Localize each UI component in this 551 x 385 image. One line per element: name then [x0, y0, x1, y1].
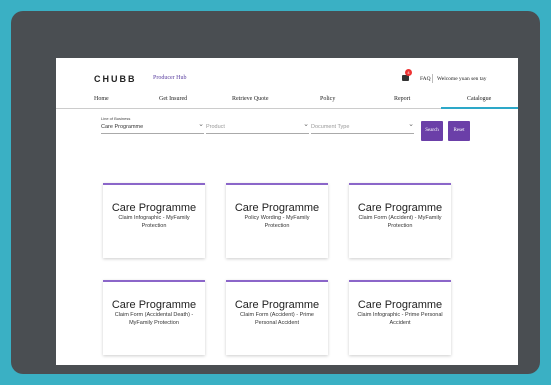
card-subtitle: Claim Form (Accident) - MyFamily Protect…	[358, 215, 442, 229]
card-title: Care Programme	[234, 202, 320, 214]
portal-name: Producer Hub	[153, 75, 187, 81]
header: CHUBB Producer Hub 4 FAQ Welcome yuan se…	[56, 58, 518, 92]
nav-catalogue[interactable]: Catalogue	[467, 96, 491, 102]
line-of-business-value: Care Programme	[101, 124, 144, 130]
catalogue-card[interactable]: Care Programme Claim Form (Accident) - M…	[349, 183, 451, 258]
card-subtitle: Claim Infographic - MyFamily Protection	[118, 215, 190, 229]
card-title: Care Programme	[234, 299, 320, 311]
catalogue-card[interactable]: Care Programme Policy Wording - MyFamily…	[226, 183, 328, 258]
cart-icon[interactable]: 4	[401, 69, 412, 82]
card-title: Care Programme	[357, 299, 443, 311]
header-divider	[432, 74, 433, 83]
card-subtitle: Claim Form (Accident) - Prime Personal A…	[240, 312, 314, 326]
nav-report[interactable]: Report	[394, 96, 410, 102]
app-screen: CHUBB Producer Hub 4 FAQ Welcome yuan se…	[56, 58, 518, 365]
reset-button[interactable]: Reset	[448, 121, 470, 141]
nav-get-insured[interactable]: Get Insured	[159, 96, 187, 102]
chevron-down-icon: ⌄	[198, 121, 204, 128]
card-subtitle: Policy Wording - MyFamily Protection	[244, 215, 310, 229]
card-title: Care Programme	[111, 299, 197, 311]
catalogue-card[interactable]: Care Programme Claim Infographic - MyFam…	[103, 183, 205, 258]
device-frame: CHUBB Producer Hub 4 FAQ Welcome yuan se…	[11, 11, 540, 374]
product-placeholder: Product	[206, 124, 225, 130]
chubb-logo[interactable]: CHUBB	[94, 74, 137, 84]
main-nav: Home Get Insured Retrieve Quote Policy R…	[56, 93, 518, 109]
nav-home[interactable]: Home	[94, 96, 109, 102]
chevron-down-icon: ⌄	[408, 121, 414, 128]
line-of-business-select[interactable]: Care Programme ⌄	[101, 121, 204, 134]
card-title: Care Programme	[111, 202, 197, 214]
document-type-placeholder: Document Type	[311, 124, 350, 130]
product-select[interactable]: Product ⌄	[206, 121, 309, 134]
catalogue-card[interactable]: Care Programme Claim Form (Accidental De…	[103, 280, 205, 355]
nav-policy[interactable]: Policy	[320, 96, 335, 102]
line-of-business-label: Line of Business	[101, 116, 131, 121]
card-title: Care Programme	[357, 202, 443, 214]
chevron-down-icon: ⌄	[303, 121, 309, 128]
catalogue-card[interactable]: Care Programme Claim Form (Accident) - P…	[226, 280, 328, 355]
nav-retrieve-quote[interactable]: Retrieve Quote	[232, 96, 269, 102]
cart-badge: 4	[405, 69, 412, 76]
catalogue-card[interactable]: Care Programme Claim Infographic - Prime…	[349, 280, 451, 355]
faq-link[interactable]: FAQ	[420, 76, 431, 82]
search-button[interactable]: Search	[421, 121, 443, 141]
document-type-select[interactable]: Document Type ⌄	[311, 121, 414, 134]
welcome-message[interactable]: Welcome yuan sen tay	[437, 76, 487, 82]
card-subtitle: Claim Infographic - Prime Personal Accid…	[357, 312, 443, 326]
card-subtitle: Claim Form (Accidental Death) - MyFamily…	[114, 312, 194, 326]
